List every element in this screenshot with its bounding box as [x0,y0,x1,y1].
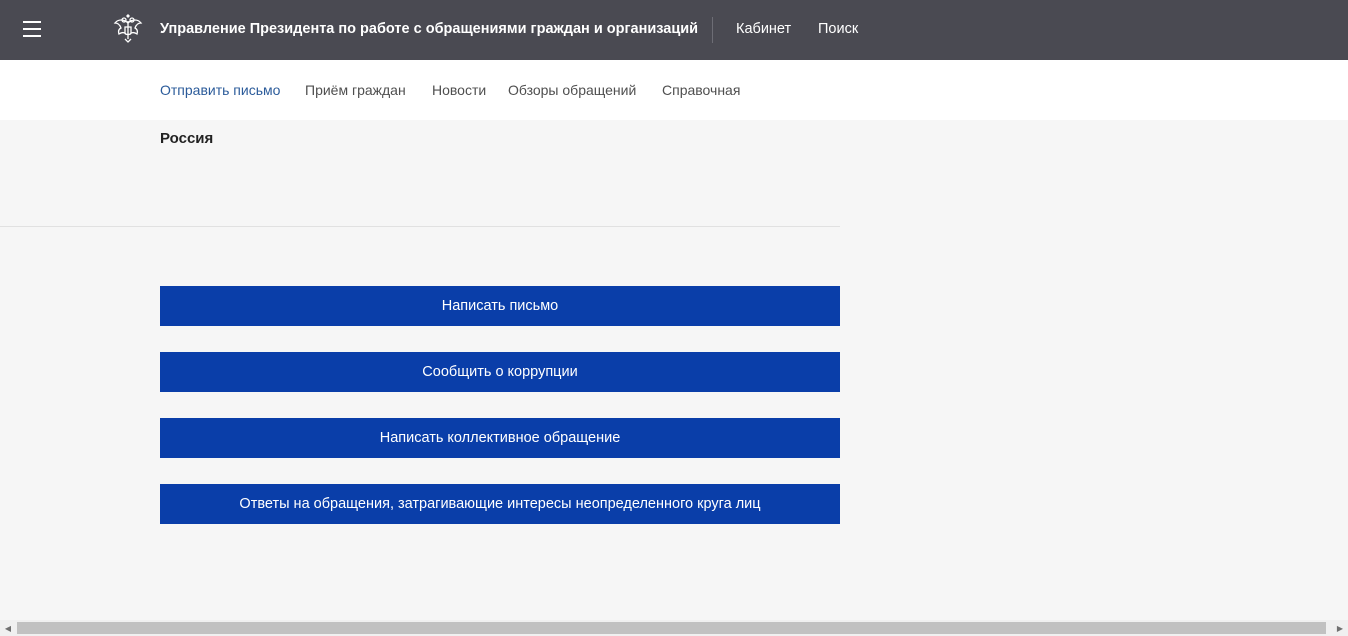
public-answers-button[interactable]: Ответы на обращения, затрагивающие интер… [160,484,840,524]
cabinet-link[interactable]: Кабинет [736,21,791,37]
scrollbar-thumb[interactable] [17,622,1326,634]
main-nav: Отправить письмо Приём граждан Новости О… [0,60,1348,120]
site-title[interactable]: Управление Президента по работе с обраще… [160,21,698,37]
clipped-text-line [160,114,830,120]
arrow-right-icon[interactable]: ▶ [1332,620,1348,636]
nav-item-news[interactable]: Новости [432,82,486,98]
nav-item-reviews[interactable]: Обзоры обращений [508,82,636,98]
report-corruption-button[interactable]: Сообщить о коррупции [160,352,840,392]
nav-item-reference[interactable]: Справочная [662,82,740,98]
horizontal-scrollbar[interactable]: ◀ ▶ [0,620,1348,636]
nav-item-send-letter[interactable]: Отправить письмо [160,82,280,98]
header-bar: Управление Президента по работе с обраще… [0,0,1348,60]
section-divider [0,226,840,227]
hamburger-icon[interactable] [23,21,41,37]
write-letter-button[interactable]: Написать письмо [160,286,840,326]
double-headed-eagle-icon[interactable] [112,13,144,45]
country-label: Россия [160,130,214,147]
header-divider [712,17,713,43]
nav-item-reception[interactable]: Приём граждан [305,82,406,98]
arrow-left-icon[interactable]: ◀ [0,620,16,636]
search-link[interactable]: Поиск [818,21,858,37]
collective-appeal-button[interactable]: Написать коллективное обращение [160,418,840,458]
